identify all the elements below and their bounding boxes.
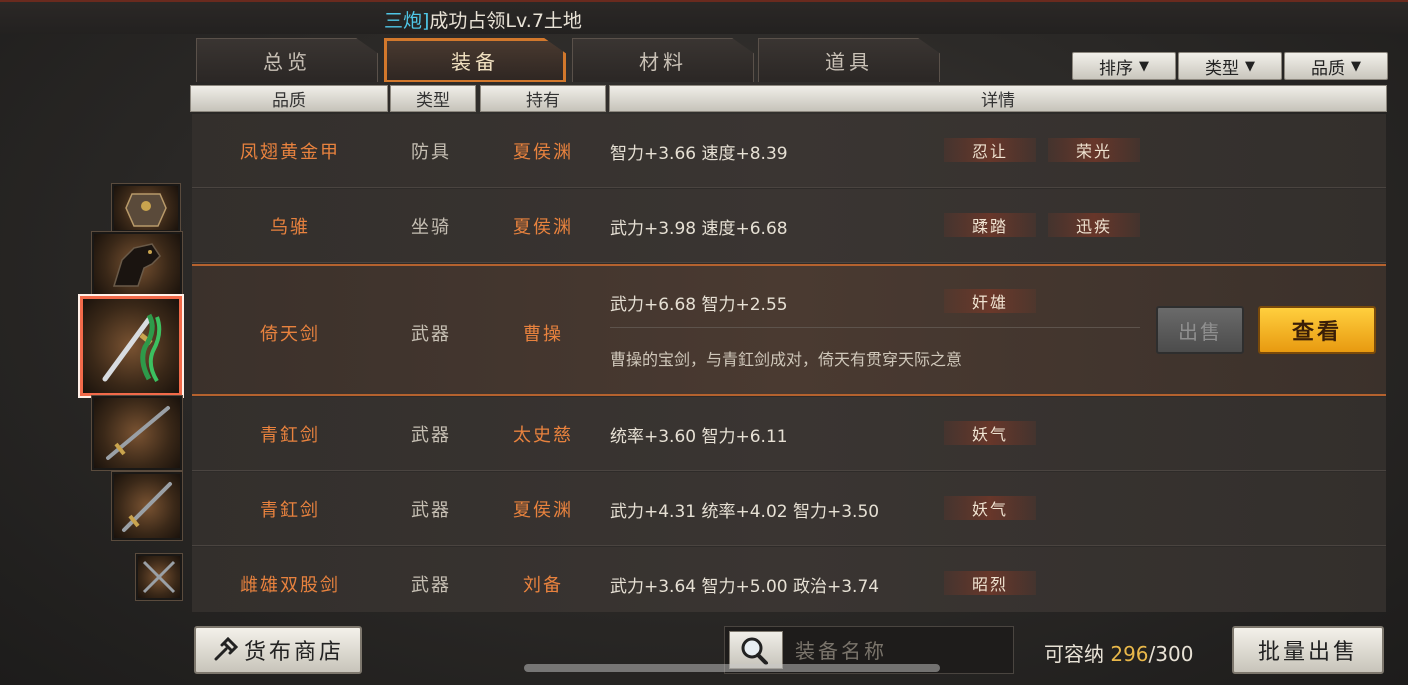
currency-shop-button[interactable]: 货布商店 xyxy=(194,626,362,674)
tab-overview[interactable]: 总览 xyxy=(196,38,378,82)
tab-equipment[interactable]: 装备 xyxy=(384,38,566,82)
trait-badge: 忍让 xyxy=(944,138,1036,162)
item-stats: 统率+3.60 智力+6.11 xyxy=(610,427,788,447)
sell-button[interactable]: 出售 xyxy=(1156,306,1244,354)
view-button[interactable]: 查看 xyxy=(1258,306,1376,354)
mount-thumbnail[interactable] xyxy=(92,232,182,296)
sword-thumbnail[interactable] xyxy=(112,472,182,540)
item-type: 武器 xyxy=(411,575,451,596)
item-type: 武器 xyxy=(411,324,451,345)
column-type-label: 类型 xyxy=(416,91,450,111)
bulk-sell-button[interactable]: 批量出售 xyxy=(1232,626,1384,674)
trait-badge: 荣光 xyxy=(1048,138,1140,162)
capacity-display: 可容纳 296/300 xyxy=(1044,638,1193,667)
table-row[interactable]: 凤翅黄金甲 防具 夏侯渊 智力+3.66 速度+8.39 忍让 荣光 xyxy=(192,114,1386,188)
type-label: 类型 xyxy=(1205,58,1239,79)
trait-badge: 昭烈 xyxy=(944,571,1036,595)
item-name: 倚天剑 xyxy=(260,324,320,345)
item-type: 防具 xyxy=(411,142,451,163)
currency-shop-label: 货布商店 xyxy=(243,640,344,665)
trait-badge: 迅疾 xyxy=(1048,213,1140,237)
capacity-max: /300 xyxy=(1148,642,1194,666)
column-details-label: 详情 xyxy=(981,91,1015,111)
column-header-details: 详情 xyxy=(609,85,1387,112)
item-stats: 武力+3.98 速度+6.68 xyxy=(610,219,788,239)
twin-swords-icon xyxy=(142,560,176,594)
item-type: 坐骑 xyxy=(411,217,451,238)
bulk-sell-label: 批量出售 xyxy=(1257,640,1358,665)
sword-thumbnail[interactable] xyxy=(92,396,182,470)
occupation-notice: 三炮]成功占领Lv.7土地 xyxy=(384,6,582,33)
item-stats: 武力+3.64 智力+5.00 政治+3.74 xyxy=(610,577,880,597)
column-header-type[interactable]: 类型 xyxy=(390,85,476,112)
armor-icon xyxy=(125,193,167,227)
top-notice-bar xyxy=(0,0,1408,34)
trait-badge: 蹂踏 xyxy=(944,213,1036,237)
sort-dropdown[interactable]: 排序 ▼ xyxy=(1072,52,1176,80)
column-header-quality[interactable]: 品质 xyxy=(190,85,388,112)
column-header-holder[interactable]: 持有 xyxy=(480,85,606,112)
type-dropdown[interactable]: 类型 ▼ xyxy=(1178,52,1282,80)
item-name: 乌骓 xyxy=(270,217,310,238)
item-name: 青釭剑 xyxy=(260,425,320,446)
item-holder: 夏侯渊 xyxy=(513,142,573,163)
item-holder: 曹操 xyxy=(523,324,563,345)
item-holder: 夏侯渊 xyxy=(513,500,573,521)
tab-items[interactable]: 道具 xyxy=(758,38,940,82)
item-name: 雌雄双股剑 xyxy=(240,575,340,596)
table-row[interactable]: 乌骓 坐骑 夏侯渊 武力+3.98 速度+6.68 蹂踏 迅疾 xyxy=(192,189,1386,263)
tab-materials[interactable]: 材料 xyxy=(572,38,754,82)
sword-thumbnail-selected[interactable] xyxy=(80,296,182,396)
item-holder: 太史慈 xyxy=(513,425,573,446)
item-stats: 武力+6.68 智力+2.55 xyxy=(610,295,788,315)
item-stats: 智力+3.66 速度+8.39 xyxy=(610,144,788,164)
item-name: 青釭剑 xyxy=(260,500,320,521)
capacity-current: 296 xyxy=(1110,642,1149,666)
table-row[interactable]: 雌雄双股剑 武器 刘备 武力+3.64 智力+5.00 政治+3.74 昭烈 xyxy=(192,547,1386,612)
notice-text: 成功占领Lv.7土地 xyxy=(429,10,582,32)
column-holder-label: 持有 xyxy=(526,91,560,111)
item-holder: 刘备 xyxy=(523,575,563,596)
item-type: 武器 xyxy=(411,425,451,446)
sort-label: 排序 xyxy=(1099,58,1133,79)
capacity-label: 可容纳 xyxy=(1044,642,1104,666)
item-name: 凤翅黄金甲 xyxy=(240,142,340,163)
equipment-list[interactable]: 凤翅黄金甲 防具 夏侯渊 智力+3.66 速度+8.39 忍让 荣光 乌骓 坐骑… xyxy=(192,114,1386,612)
tab-materials-label: 材料 xyxy=(639,50,687,74)
detail-divider xyxy=(610,327,1140,328)
quality-label: 品质 xyxy=(1311,58,1345,79)
sword-icon xyxy=(122,482,172,532)
chevron-down-icon: ▼ xyxy=(1139,58,1149,74)
chevron-down-icon: ▼ xyxy=(1245,58,1255,74)
item-holder: 夏侯渊 xyxy=(513,217,573,238)
sword-icon xyxy=(102,313,162,383)
home-indicator xyxy=(524,664,940,672)
equipment-name-search-input[interactable] xyxy=(795,637,995,665)
chevron-down-icon: ▼ xyxy=(1351,58,1361,74)
table-row[interactable]: 青釭剑 武器 太史慈 统率+3.60 智力+6.11 妖气 xyxy=(192,397,1386,471)
column-quality-label: 品质 xyxy=(272,91,306,111)
notice-player-name: 三炮] xyxy=(384,10,430,32)
table-row[interactable]: 青釭剑 武器 夏侯渊 武力+4.31 统率+4.02 智力+3.50 妖气 xyxy=(192,472,1386,546)
sword-icon xyxy=(106,406,170,460)
trait-badge: 妖气 xyxy=(944,421,1036,445)
tab-equipment-label: 装备 xyxy=(451,50,499,74)
hammer-icon xyxy=(214,637,238,661)
item-description: 曹操的宝剑，与青釭剑成对，倚天有贯穿天际之意 xyxy=(610,350,963,369)
armor-thumbnail[interactable] xyxy=(112,184,180,232)
trait-badge: 妖气 xyxy=(944,496,1036,520)
trait-badge: 奸雄 xyxy=(944,289,1036,313)
tab-overview-label: 总览 xyxy=(263,50,311,74)
quality-dropdown[interactable]: 品质 ▼ xyxy=(1284,52,1388,80)
table-row-selected[interactable]: 倚天剑 武器 曹操 武力+6.68 智力+2.55 奸雄 曹操的宝剑，与青釭剑成… xyxy=(192,264,1386,396)
twin-swords-thumbnail[interactable] xyxy=(136,554,182,600)
search-icon xyxy=(741,637,768,665)
item-stats: 武力+4.31 统率+4.02 智力+3.50 xyxy=(610,502,880,522)
item-type: 武器 xyxy=(411,500,451,521)
tab-items-label: 道具 xyxy=(825,50,873,74)
horse-icon xyxy=(112,243,161,287)
